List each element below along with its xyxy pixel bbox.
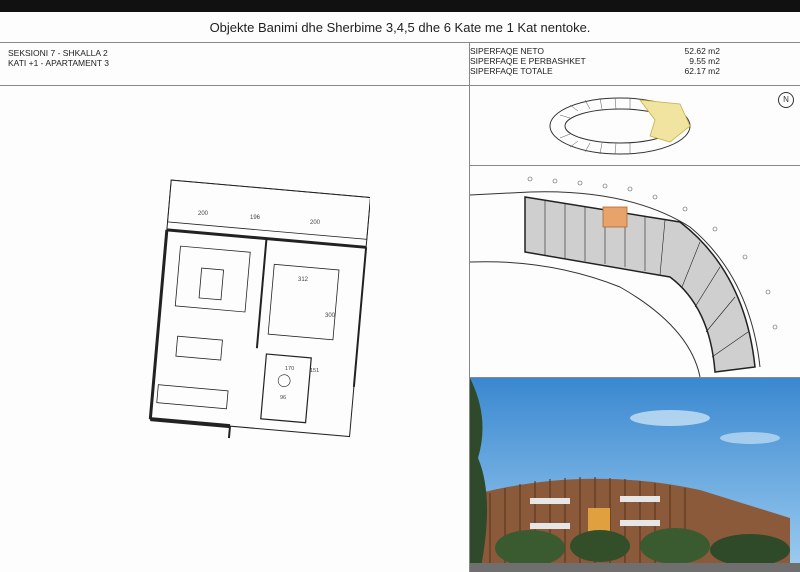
dim-label: 170: [285, 366, 294, 372]
area-label: SIPERFAQE E PERBASHKET: [470, 56, 586, 66]
apartment-floor-plan: 200 196 200 312 300 170 151 96: [148, 179, 370, 439]
section-label: SEKSIONI 7 - SHKALLA 2: [8, 48, 108, 58]
dim-label: 96: [280, 395, 286, 401]
dim-label: 200: [198, 211, 209, 217]
sofa-area: [174, 245, 251, 313]
building-render-image: [470, 378, 800, 572]
highlighted-section: [639, 99, 691, 143]
floor-wing: [524, 196, 756, 373]
area-value: 62.17 m2: [684, 66, 720, 76]
dim-label: 200: [310, 220, 321, 226]
area-table: SIPERFAQE NETO 52.62 m2 SIPERFAQE E PERBA…: [470, 46, 720, 76]
floor-plan-sheet: Objekte Banimi dhe Sherbime 3,4,5 dhe 6 …: [0, 12, 800, 572]
partition-wall: [255, 238, 268, 349]
bed: [267, 263, 340, 341]
north-arrow-icon: N: [778, 92, 794, 108]
area-row: SIPERFAQE NETO 52.62 m2: [470, 46, 720, 56]
area-label: SIPERFAQE NETO: [470, 46, 545, 56]
dim-label: 196: [250, 215, 261, 221]
sheet-title: Objekte Banimi dhe Sherbime 3,4,5 dhe 6 …: [0, 12, 800, 43]
accent-panel: [588, 508, 610, 533]
exterior-wall: [150, 417, 231, 429]
partition-wall: [352, 247, 368, 387]
building-key-plan: [549, 97, 691, 155]
area-row: SIPERFAQE TOTALE 62.17 m2: [470, 66, 720, 76]
coffee-table: [198, 267, 225, 301]
balcony: [167, 179, 370, 240]
dim-label: 312: [298, 277, 309, 283]
area-value: 9.55 m2: [689, 56, 720, 66]
area-label: SIPERFAQE TOTALE: [470, 66, 553, 76]
entrance-wall: [227, 426, 231, 439]
area-row: SIPERFAQE E PERBASHKET 9.55 m2: [470, 56, 720, 66]
highlighted-apartment: [602, 206, 628, 228]
exterior-wall: [148, 229, 169, 420]
sink: [277, 374, 291, 387]
panel-divider: [469, 165, 800, 166]
dining-table: [175, 335, 223, 361]
kitchen-counter: [156, 384, 229, 410]
floor-apartment-label: KATI +1 - APARTAMENT 3: [8, 58, 110, 68]
dim-label: 300: [325, 313, 336, 319]
dim-label: 151: [310, 368, 319, 374]
area-value: 52.62 m2: [684, 46, 720, 56]
floor-plate-plan: [470, 176, 778, 377]
unit-info-bar: SEKSIONI 7 - SHKALLA 2 KATI +1 - APARTAM…: [0, 43, 800, 86]
bathroom: [260, 353, 312, 424]
